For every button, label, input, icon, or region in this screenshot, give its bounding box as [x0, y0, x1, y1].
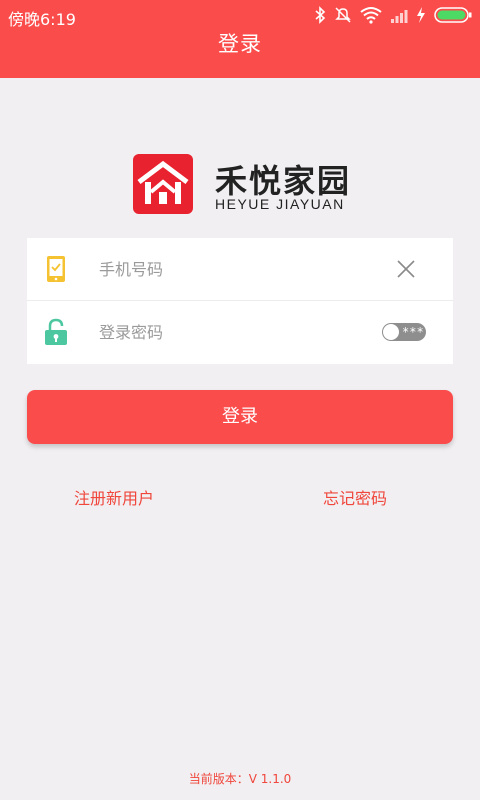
password-visibility-toggle[interactable]: ***: [382, 323, 426, 341]
page-title: 登录: [218, 32, 262, 56]
login-form: ***: [27, 238, 453, 364]
version-label: 当前版本：V 1.1.0: [188, 772, 292, 786]
charging-icon: [417, 7, 425, 23]
mute-icon: [335, 7, 351, 23]
password-row: ***: [27, 301, 453, 363]
phone-icon: [47, 256, 65, 282]
signal-icon: [391, 10, 408, 23]
clear-icon[interactable]: [395, 258, 417, 280]
house-logo-icon: [133, 154, 193, 214]
status-icons: [314, 5, 472, 25]
phone-row: [27, 238, 453, 301]
bluetooth-icon: [315, 6, 326, 24]
login-button[interactable]: 登录: [27, 390, 453, 444]
brand-name-en: HEYUE JIAYUAN: [215, 196, 345, 212]
status-time: 傍晚6:19: [8, 10, 76, 29]
password-input[interactable]: [99, 315, 369, 349]
wifi-icon: [360, 7, 382, 24]
forgot-password-link[interactable]: 忘记密码: [323, 485, 387, 509]
app-header: 傍晚6:19 登录: [0, 0, 480, 78]
toggle-knob: [383, 324, 399, 340]
lock-icon: [45, 318, 67, 345]
battery-icon: [434, 7, 472, 23]
password-mask: ***: [402, 325, 424, 339]
phone-input[interactable]: [99, 252, 369, 286]
brand-logo: 禾悦家园 HEYUE JIAYUAN: [133, 154, 363, 214]
status-bar: 傍晚6:19: [0, 0, 480, 30]
register-link[interactable]: 注册新用户: [74, 485, 154, 509]
